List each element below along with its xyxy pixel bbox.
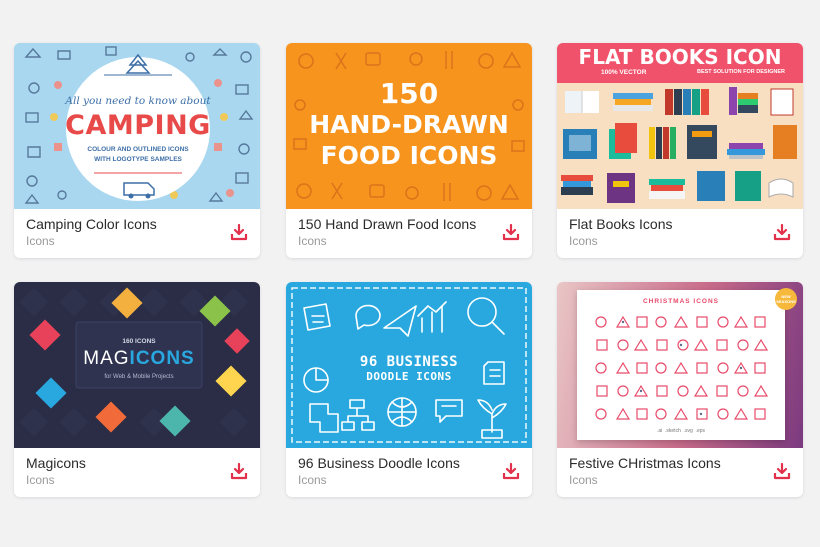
camping-headline: CAMPING [65, 110, 211, 141]
download-icon[interactable] [773, 223, 791, 241]
magicons-wordmark: MAGICONS [76, 348, 202, 370]
camping-tagline: All you need to know about [65, 95, 211, 107]
books-vector-label: 100% VECTOR [601, 69, 647, 76]
christmas-icon-grid-icon [595, 315, 769, 420]
thumbnail-camping[interactable]: All you need to know about CAMPING COLOU… [14, 43, 260, 209]
doodle-line-2: DOODLE ICONS [366, 370, 452, 383]
magicons-wordmark-a: MAG [83, 348, 130, 369]
card-title[interactable]: 150 Hand Drawn Food Icons [298, 216, 476, 232]
books-solution-label: BEST SOLUTION FOR DESIGNER [697, 69, 786, 75]
download-icon[interactable] [502, 462, 520, 480]
card-category[interactable]: Icons [298, 473, 327, 487]
food-line-3: FOOD ICONS [320, 141, 498, 170]
magicons-sub: for Web & Mobile Projects [104, 374, 174, 380]
card-business-doodle-icons[interactable]: 96 BUSINESS DOODLE ICONS 96 Business Doo… [286, 282, 532, 497]
card-category[interactable]: Icons [298, 234, 327, 248]
card-title[interactable]: Flat Books Icons [569, 216, 673, 232]
download-icon[interactable] [230, 223, 248, 241]
books-illustration-icon [561, 87, 797, 203]
card-magicons[interactable]: 160 ICONS MAGICONS for Web & Mobile Proj… [14, 282, 260, 497]
download-icon[interactable] [230, 462, 248, 480]
card-category[interactable]: Icons [26, 234, 55, 248]
thumbnail-magicons[interactable]: 160 ICONS MAGICONS for Web & Mobile Proj… [14, 282, 260, 448]
card-title[interactable]: 96 Business Doodle Icons [298, 455, 460, 471]
card-hand-drawn-food-icons[interactable]: 150 HAND-DRAWN FOOD ICONS 150 Hand Drawn… [286, 43, 532, 258]
card-flat-books-icons[interactable]: FLAT BOOKS ICON 100% VECTOR BEST SOLUTIO… [557, 43, 803, 258]
thumbnail-christmas[interactable]: CHRISTMAS ICONS NEW SEASONS .ai .sketch … [557, 282, 803, 448]
card-category[interactable]: Icons [26, 473, 55, 487]
download-icon[interactable] [502, 223, 520, 241]
food-line-2: HAND-DRAWN [309, 110, 509, 139]
download-icon[interactable] [773, 462, 791, 480]
christmas-formats: .ai .sketch .svg .eps [656, 428, 706, 434]
thumbnail-doodle[interactable]: 96 BUSINESS DOODLE ICONS [286, 282, 532, 448]
card-title[interactable]: Camping Color Icons [26, 216, 157, 232]
card-festive-christmas-icons[interactable]: CHRISTMAS ICONS NEW SEASONS .ai .sketch … [557, 282, 803, 497]
card-category[interactable]: Icons [569, 473, 598, 487]
card-title[interactable]: Magicons [26, 455, 86, 471]
card-category[interactable]: Icons [569, 234, 598, 248]
camping-sub-2: WITH LOGOTYPE SAMPLES [94, 156, 182, 163]
camping-sub-1: COLOUR AND OUTLINED ICONS [87, 146, 189, 153]
card-title[interactable]: Festive CHristmas Icons [569, 455, 721, 471]
thumbnail-books[interactable]: FLAT BOOKS ICON 100% VECTOR BEST SOLUTIO… [557, 43, 803, 209]
card-camping-color-icons[interactable]: All you need to know about CAMPING COLOU… [14, 43, 260, 258]
thumbnail-food[interactable]: 150 HAND-DRAWN FOOD ICONS [286, 43, 532, 209]
magicons-wordmark-b: ICONS [129, 348, 195, 369]
books-headline: FLAT BOOKS ICON [578, 45, 782, 69]
doodle-line-1: 96 BUSINESS [359, 354, 459, 370]
magicons-count: 160 ICONS [122, 338, 156, 345]
food-line-1: 150 [379, 77, 439, 110]
